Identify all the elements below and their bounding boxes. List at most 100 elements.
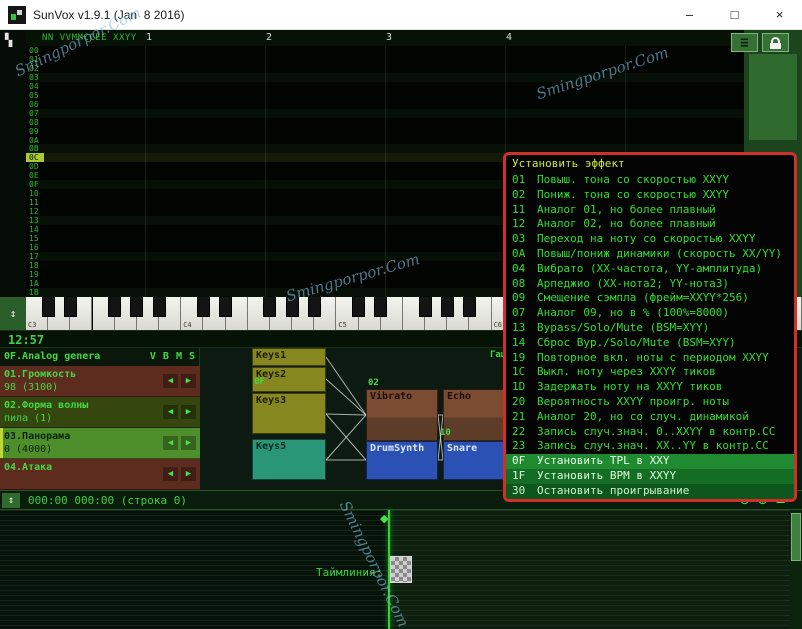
increment-button[interactable]: ▶ [181,374,196,388]
effect-menu-item[interactable]: 03 Переход на ноту со скоростью XXYY [506,232,794,247]
ruler-mark[interactable]: 2 [266,32,272,43]
ruler-mark[interactable]: 3 [386,32,392,43]
effect-menu-item[interactable]: 02 Пониж. тона со скоростью XXYY [506,188,794,203]
decrement-button[interactable]: ◀ [163,467,178,481]
module-header-tab[interactable]: S [189,348,195,366]
effect-menu-item[interactable]: 01 Повыш. тона со скоростью XXYY [506,173,794,188]
effect-menu-item[interactable]: 09 Смещение сэмпла (фрейм=XXYY*256) [506,291,794,306]
pattern-row[interactable]: 06 [26,100,744,109]
keyboard-scroll-button[interactable]: ↕ [0,297,26,330]
piano-black-key[interactable] [440,297,454,317]
effect-menu-item[interactable]: 1F Установить BPM в XXYY [506,468,794,484]
effect-description: Арпеджио (XX-нота2; YY-нота3) [537,276,730,290]
row-number: 0B [29,144,39,154]
piano-black-key[interactable] [418,297,432,317]
piano-black-key[interactable] [307,297,321,317]
piano-black-key[interactable] [462,297,476,317]
effect-description: Повторное вкл. ноты с периодом XXYY [537,350,769,364]
pattern-minimap[interactable] [749,54,797,140]
piano-black-key[interactable] [352,297,366,317]
effect-menu-item[interactable]: 13 Bypass/Solo/Mute (BSM=XYY) [506,321,794,336]
close-button[interactable]: × [757,0,802,30]
module-number-tag: 02 [368,378,379,388]
effect-menu-item[interactable]: 08 Арпеджио (XX-нота2; YY-нота3) [506,277,794,292]
module-header-tab[interactable]: V [150,348,156,366]
ruler-mark[interactable]: 1 [146,32,152,43]
pattern-gutter: ▚ [0,30,26,297]
main-menu-button[interactable]: ≡ [731,33,758,52]
effect-menu-item[interactable]: 1C Выкл. ноту через XXYY тиков [506,365,794,380]
effect-description: Выкл. ноту через XXYY тиков [537,365,716,379]
effect-code: 0F [512,454,526,468]
window-title: SunVox v1.9.1 (Jan 8 2016) [33,7,185,22]
piano-black-key[interactable] [263,297,277,317]
effect-menu-item[interactable]: 0A Повыш/пониж динамики (скорость XX/YY) [506,247,794,262]
effect-menu-item[interactable]: 04 Вибрато (XX-частота, YY-амплитуда) [506,262,794,277]
effect-menu-item[interactable]: 30 Остановить проигрывание [506,483,794,499]
effect-description: Bypass/Solo/Mute (BSM=XYY) [537,320,710,334]
pattern-row[interactable]: 0A [26,136,744,145]
piano-black-key[interactable] [63,297,77,317]
timeline-scrollbar[interactable] [790,510,802,629]
module-header-tab[interactable]: M [176,348,182,366]
effect-code: 13 [512,320,526,334]
pattern-row[interactable]: 05 [26,91,744,100]
controller-row[interactable]: 02.Форма волны пила (1) ◀ ▶ [0,397,200,428]
effect-menu-item[interactable]: 1D Задержать ноту на XXYY тиков [506,380,794,395]
pattern-row[interactable]: 08 [26,118,744,127]
effect-menu-item[interactable]: 22 Запись случ.знач. 0..XXYY в контр.CC [506,425,794,440]
app-icon[interactable] [8,5,26,24]
controller-row[interactable]: 03.Панорама 0 (4000) ◀ ▶ [0,428,200,459]
maximize-button[interactable]: □ [712,0,757,30]
pattern-row[interactable]: 03 [26,72,744,82]
effect-menu-item[interactable]: 19 Повторное вкл. ноты с периодом XXYY [506,351,794,366]
effect-menu-item[interactable]: 14 Сброс Byp./Solo/Mute (BSM=XYY) [506,336,794,351]
effect-description: Сброс Byp./Solo/Mute (BSM=XYY) [537,335,736,349]
pattern-row[interactable]: 07 [26,108,744,118]
piano-black-key[interactable] [152,297,166,317]
lock-button[interactable] [762,33,789,52]
decrement-button[interactable]: ◀ [163,374,178,388]
effect-menu-item[interactable]: 0F Установить TPL в XXY [506,454,794,469]
effect-menu-item[interactable]: 07 Аналог 09, но в % (100%=8000) [506,306,794,321]
effect-code: 22 [512,424,526,438]
pattern-row[interactable]: 09 [26,127,744,136]
effect-menu-item[interactable]: 20 Вероятность XXYY проигр. ноты [506,395,794,410]
pattern-row[interactable]: 01 [26,55,744,64]
effect-code: 12 [512,217,526,231]
ruler-mark[interactable]: 4 [506,32,512,43]
module-header-tab[interactable]: B [163,348,169,366]
effect-menu-item[interactable]: 21 Аналог 20, но со случ. динамикой [506,410,794,425]
row-number: 08 [29,117,39,127]
effect-description: Повыш. тона со скоростью XXYY [537,173,730,186]
decrement-button[interactable]: ◀ [163,405,178,419]
piano-black-key[interactable] [130,297,144,317]
effect-menu-item[interactable]: 11 Аналог 01, но более плавный [506,203,794,218]
effect-menu-item[interactable]: 23 Запись случ.знач. XX..YY в контр.CC [506,439,794,454]
timeline-pattern-thumb[interactable] [390,556,412,583]
controller-row[interactable]: 04.Атака ◀ ▶ [0,459,200,490]
piano-black-key[interactable] [108,297,122,317]
row-number: 03 [29,72,39,82]
increment-button[interactable]: ▶ [181,436,196,450]
piano-black-key[interactable] [41,297,55,317]
playhead-marker-icon[interactable]: ◆ [380,512,388,525]
scrollbar-thumb[interactable] [791,513,801,561]
decrement-button[interactable]: ◀ [163,436,178,450]
increment-button[interactable]: ▶ [181,405,196,419]
minimize-button[interactable]: – [667,0,712,30]
piano-black-key[interactable] [285,297,299,317]
piano-black-key[interactable] [196,297,210,317]
piano-black-key[interactable] [374,297,388,317]
effect-menu-title: Установить эффект [512,157,625,170]
pattern-row[interactable]: 04 [26,82,744,91]
pattern-row[interactable]: 00 [26,46,744,55]
row-number: 02 [29,63,39,73]
controller-row[interactable]: 01.Громкость 98 (3100) ◀ ▶ [0,366,200,397]
piano-black-key[interactable] [219,297,233,317]
effect-menu-item[interactable]: 12 Аналог 02, но более плавный [506,217,794,232]
timeline-scroll-button[interactable]: ↕ [2,493,20,508]
pattern-scale-icon[interactable]: ▚ [5,33,12,47]
increment-button[interactable]: ▶ [181,467,196,481]
pattern-row[interactable]: 02 [26,64,744,73]
